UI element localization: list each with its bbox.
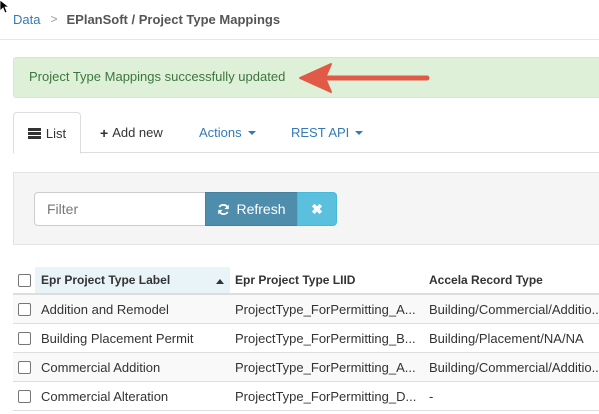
cell-record-type: - (429, 388, 434, 404)
caret-down-icon (355, 130, 364, 135)
cell-liid: ProjectType_ForPermitting_A... (235, 301, 416, 317)
success-alert-message: Project Type Mappings successfully updat… (29, 69, 286, 84)
column-header-liid[interactable]: Epr Project Type LIID (235, 267, 420, 293)
column-header-label-text: Epr Project Type Label (41, 273, 171, 287)
tab-add-new[interactable]: + Add new (100, 112, 163, 153)
cell-label: Building Placement Permit (41, 330, 194, 346)
cell-record-type: Building/Placement/NA/NA (429, 330, 584, 346)
cell-label: Addition and Remodel (41, 301, 169, 317)
cell-record-type: Building/Commercial/Additio... (429, 301, 599, 317)
breadcrumb-data-link[interactable]: Data (13, 12, 40, 27)
table-row[interactable]: Commercial Addition ProjectType_ForPermi… (13, 353, 599, 382)
cell-liid: ProjectType_ForPermitting_B... (235, 330, 416, 346)
view-tabs: List + Add new Actions REST API (13, 112, 599, 154)
tab-actions-label: Actions (199, 125, 242, 140)
refresh-icon (218, 203, 230, 215)
row-checkbox[interactable] (18, 389, 31, 403)
row-checkbox[interactable] (18, 302, 31, 316)
project-type-mappings-table: Epr Project Type Label Epr Project Type … (13, 267, 599, 411)
header-divider (0, 39, 599, 40)
table-row[interactable]: Commercial Alteration ProjectType_ForPer… (13, 382, 599, 411)
column-header-label[interactable]: Epr Project Type Label (35, 267, 230, 293)
cell-label: Commercial Alteration (41, 388, 169, 404)
row-checkbox[interactable] (18, 331, 31, 345)
column-header-record-type[interactable]: Accela Record Type (429, 267, 599, 293)
plus-icon: + (100, 124, 109, 141)
sort-ascending-icon (216, 279, 224, 284)
refresh-button-label: Refresh (236, 201, 286, 217)
select-all-checkbox[interactable] (18, 273, 31, 287)
breadcrumb-current: EPlanSoft / Project Type Mappings (66, 11, 281, 27)
cell-record-type: Building/Commercial/Additio... (429, 359, 599, 375)
table-row[interactable]: Addition and Remodel ProjectType_ForPerm… (13, 295, 599, 324)
annotation-arrow-icon (299, 63, 430, 93)
mouse-pointer-icon (0, 0, 10, 14)
cell-liid: ProjectType_ForPermitting_D... (235, 388, 417, 404)
filter-panel: Refresh ✖ (13, 172, 599, 245)
breadcrumb-separator: > (50, 12, 58, 26)
caret-down-icon (247, 130, 256, 135)
close-icon: ✖ (311, 200, 323, 217)
tab-add-new-label: Add new (112, 125, 163, 140)
refresh-button[interactable]: Refresh (205, 192, 298, 226)
tab-rest-api-label: REST API (291, 125, 350, 140)
table-row[interactable]: Building Placement Permit ProjectType_Fo… (13, 324, 599, 353)
tab-list-label: List (45, 125, 67, 141)
clear-filter-button[interactable]: ✖ (297, 192, 337, 226)
row-checkbox[interactable] (18, 360, 31, 374)
cell-label: Commercial Addition (41, 359, 161, 375)
breadcrumb: Data > EPlanSoft / Project Type Mappings (13, 11, 280, 27)
tab-rest-api-dropdown[interactable]: REST API (291, 112, 364, 153)
list-icon (27, 127, 41, 139)
tab-actions-dropdown[interactable]: Actions (199, 112, 256, 153)
filter-input[interactable] (34, 192, 206, 226)
table-header-row: Epr Project Type Label Epr Project Type … (13, 267, 599, 295)
cell-liid: ProjectType_ForPermitting_A... (235, 359, 416, 375)
tab-list[interactable]: List (13, 112, 81, 154)
